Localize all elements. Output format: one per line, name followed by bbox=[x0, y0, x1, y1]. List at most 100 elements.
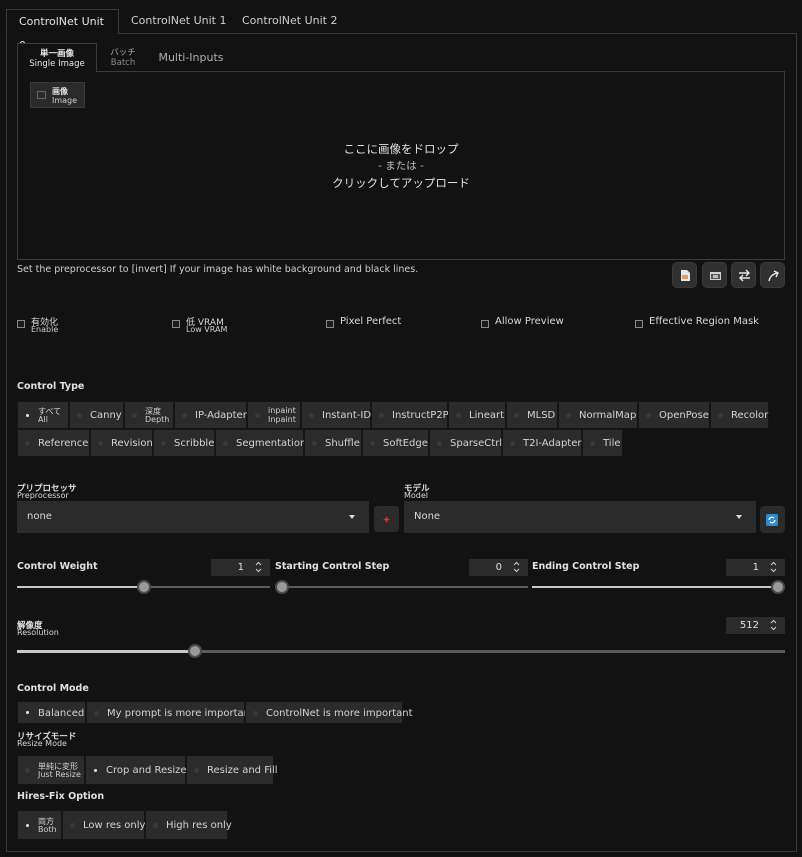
starting-step-value: 0 bbox=[495, 562, 502, 573]
control-mode-balanced[interactable]: Balanced bbox=[17, 701, 86, 724]
swap-button[interactable] bbox=[731, 262, 756, 288]
control-type-sparsectrl[interactable]: SparseCtrl bbox=[429, 429, 502, 457]
resize-mode-crop-and-resize[interactable]: Crop and Resize bbox=[85, 755, 187, 785]
drop-text-main: ここに画像をドロップ bbox=[343, 142, 459, 156]
radio-dot bbox=[312, 441, 317, 446]
resize-mode-just-resize[interactable]: 単純に変形 Just Resize bbox=[17, 755, 85, 785]
spinner-icon[interactable] bbox=[513, 561, 520, 573]
drop-text-click: クリックしてアップロード bbox=[332, 176, 470, 190]
control-type-canny[interactable]: Canny bbox=[69, 401, 124, 429]
control-type-revision[interactable]: Revision bbox=[90, 429, 153, 457]
low-vram-checkbox[interactable]: 低 VRAM Low VRAM bbox=[172, 315, 242, 337]
spinner-icon[interactable] bbox=[770, 561, 777, 573]
tab-unit-2[interactable]: ControlNet Unit 2 bbox=[230, 9, 349, 34]
control-weight-input[interactable]: 1 bbox=[211, 559, 270, 576]
control-type-normalmap[interactable]: NormalMap bbox=[558, 401, 638, 429]
control-type-tile[interactable]: Tile bbox=[582, 429, 623, 457]
send-arrow-icon bbox=[768, 270, 779, 282]
control-type-scribble[interactable]: Scribble bbox=[153, 429, 215, 457]
hires-fix-high-res-only[interactable]: High res only bbox=[145, 810, 232, 840]
tab-batch[interactable]: バッチ Batch bbox=[100, 43, 146, 72]
resolution-slider-handle[interactable] bbox=[188, 644, 202, 658]
hires-fix-title: Hires-Fix Option bbox=[17, 791, 105, 802]
hires-fix-low-res-only[interactable]: Low res only bbox=[62, 810, 145, 840]
resolution-label-en: Resolution bbox=[17, 628, 59, 637]
allow-preview-checkbox[interactable]: Allow Preview bbox=[481, 315, 564, 337]
pixel-perfect-checkbox-box[interactable] bbox=[326, 320, 334, 328]
label: Lineart bbox=[469, 410, 504, 421]
starting-step-slider[interactable] bbox=[275, 586, 528, 588]
control-weight-value: 1 bbox=[237, 562, 244, 573]
radio-dot bbox=[253, 711, 258, 716]
model-dropdown[interactable]: None bbox=[404, 501, 756, 533]
label: Segmentation bbox=[236, 438, 307, 449]
tab-multi-inputs[interactable]: Multi-Inputs bbox=[152, 43, 230, 72]
resolution-input[interactable]: 512 bbox=[726, 617, 785, 634]
starting-step-slider-handle[interactable] bbox=[275, 580, 289, 594]
control-type-reference[interactable]: Reference bbox=[17, 429, 90, 457]
effective-region-mask-checkbox[interactable]: Effective Region Mask bbox=[635, 315, 759, 337]
model-value: None bbox=[414, 511, 441, 522]
control-type-instructp2p[interactable]: InstructP2P bbox=[371, 401, 449, 429]
radio-dot bbox=[77, 413, 82, 418]
control-mode-controlnet[interactable]: ControlNet is more important bbox=[245, 701, 413, 724]
radio-dot bbox=[94, 711, 99, 716]
control-type-openpose[interactable]: OpenPose bbox=[638, 401, 710, 429]
radio-dot bbox=[94, 769, 97, 772]
preprocessor-dropdown[interactable]: none bbox=[17, 501, 369, 533]
tab-unit-1[interactable]: ControlNet Unit 1 bbox=[119, 9, 238, 34]
tab-single-image[interactable]: 単一画像 Single Image bbox=[17, 43, 97, 72]
control-type-t2i-adapter[interactable]: T2I-Adapter bbox=[502, 429, 582, 457]
label-en: Inpaint bbox=[268, 415, 296, 424]
resolution-value: 512 bbox=[739, 620, 759, 631]
ending-step-input[interactable]: 1 bbox=[726, 559, 785, 576]
control-type-recolor[interactable]: Recolor bbox=[710, 401, 769, 429]
control-mode-prompt[interactable]: My prompt is more important bbox=[86, 701, 254, 724]
resolution-slider[interactable] bbox=[17, 650, 785, 653]
control-type-all[interactable]: すべて All bbox=[17, 401, 69, 429]
control-type-lineart[interactable]: Lineart bbox=[448, 401, 506, 429]
open-new-canvas-button[interactable] bbox=[672, 262, 697, 288]
control-type-mlsd[interactable]: MLSD bbox=[506, 401, 558, 429]
pixel-perfect-checkbox[interactable]: Pixel Perfect bbox=[326, 315, 406, 337]
label-en: Just Resize bbox=[38, 770, 81, 779]
ending-step-slider[interactable] bbox=[532, 586, 785, 588]
control-type-softedge[interactable]: SoftEdge bbox=[362, 429, 429, 457]
hires-fix-both[interactable]: 両方 Both bbox=[17, 810, 62, 840]
control-type-ip-adapter[interactable]: IP-Adapter bbox=[174, 401, 247, 429]
label: Revision bbox=[111, 438, 153, 449]
control-type-instant-id[interactable]: Instant-ID bbox=[301, 401, 371, 429]
preprocessor-label-en: Preprocessor bbox=[17, 491, 69, 500]
allow-preview-checkbox-box[interactable] bbox=[481, 320, 489, 328]
radio-dot bbox=[590, 441, 595, 446]
control-weight-slider-handle[interactable] bbox=[137, 580, 151, 594]
refresh-models-button[interactable] bbox=[760, 506, 785, 533]
spinner-icon[interactable] bbox=[770, 619, 777, 631]
slider-fill bbox=[17, 650, 195, 653]
enable-label-en: Enable bbox=[31, 325, 59, 334]
label: Scribble bbox=[174, 438, 215, 449]
label: InstructP2P bbox=[392, 410, 449, 421]
label: Reference bbox=[38, 438, 89, 449]
ending-step-slider-handle[interactable] bbox=[771, 580, 785, 594]
enable-checkbox-box[interactable] bbox=[17, 320, 25, 328]
image-drop-zone[interactable]: 画像 Image ここに画像をドロップ - または - クリックしてアップロード bbox=[17, 71, 785, 260]
effective-region-mask-checkbox-box[interactable] bbox=[635, 320, 643, 328]
label-en: Depth bbox=[145, 415, 170, 424]
resize-mode-resize-and-fill[interactable]: Resize and Fill bbox=[186, 755, 278, 785]
starting-step-input[interactable]: 0 bbox=[469, 559, 528, 576]
send-dimensions-button[interactable] bbox=[760, 262, 785, 288]
low-vram-checkbox-box[interactable] bbox=[172, 320, 180, 328]
radio-dot bbox=[309, 413, 314, 418]
model-label-en: Model bbox=[404, 491, 429, 500]
control-type-shuffle[interactable]: Shuffle bbox=[304, 429, 362, 457]
radio-dot bbox=[194, 768, 199, 773]
tab-unit-0[interactable]: ControlNet Unit 0 bbox=[6, 9, 119, 52]
enable-checkbox[interactable]: 有効化 Enable bbox=[17, 315, 77, 337]
run-preprocessor-button[interactable] bbox=[374, 506, 399, 532]
webcam-button[interactable] bbox=[702, 262, 727, 288]
control-type-segmentation[interactable]: Segmentation bbox=[215, 429, 307, 457]
control-type-depth[interactable]: 深度 Depth bbox=[124, 401, 174, 429]
control-type-inpaint[interactable]: inpaint Inpaint bbox=[247, 401, 301, 429]
spinner-icon[interactable] bbox=[255, 561, 262, 573]
